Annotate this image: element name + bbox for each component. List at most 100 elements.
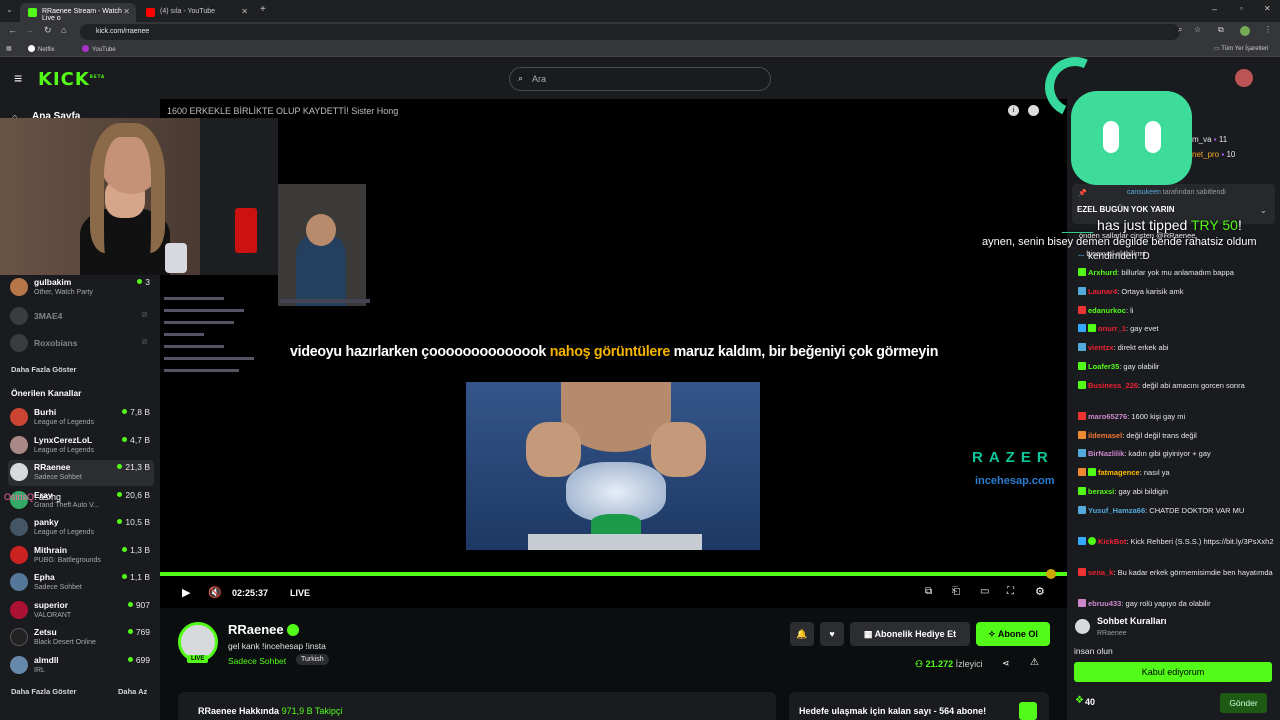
badge-icon [1078, 537, 1086, 545]
sidebar-rec-mithrain[interactable]: Mithrain PUBG: Battlegrounds 1,3 B [8, 543, 154, 569]
kick-logo[interactable]: KICKBETA [38, 69, 105, 90]
subscribe-button[interactable]: ✧ Abone Ol [976, 622, 1050, 646]
overlay-user: OsirisQ [4, 492, 34, 502]
menu-icon[interactable]: ⋮ [1264, 25, 1272, 34]
apps-icon[interactable]: ▦ [6, 45, 12, 52]
chat-user[interactable]: Arxhurd [1088, 268, 1117, 277]
gift-subscription-button[interactable]: ▦ Abonelik Hediye Et [850, 622, 970, 646]
search-input[interactable]: ⌕ Ara [509, 67, 771, 91]
chat-user[interactable]: fatmagence [1098, 468, 1140, 477]
chat-text[interactable]: : Kick Rehberi (S.S.S.) https://bit.ly/3… [1126, 537, 1273, 546]
follow-heart-button[interactable]: ♥ [820, 622, 844, 646]
video-player[interactable]: 1600 ERKEKLE BİRLİKTE OLUP KAYDETTİ! Sis… [160, 99, 1067, 608]
tab-youtube[interactable]: (4) sıla - YouTube ✕ [138, 3, 254, 22]
forward-icon[interactable]: → [25, 25, 34, 35]
channel-category: League of Legends [34, 447, 94, 454]
send-button[interactable]: Gönder [1220, 693, 1267, 713]
sidebar-rec-panky[interactable]: panky League of Legends 10,5 B [8, 515, 154, 541]
gift-icon: ▦ [863, 629, 875, 639]
clock-icon[interactable] [1028, 105, 1039, 116]
chat-user[interactable]: Loafer35 [1088, 362, 1119, 371]
chat-user[interactable]: Yusuf_Hamza66 [1088, 506, 1145, 515]
channel-name: superior [34, 600, 69, 610]
sidebar-rec-superior[interactable]: superior VALORANT 907 [8, 598, 154, 624]
chat-user[interactable]: vientzx [1088, 343, 1113, 352]
chevron-down-icon[interactable]: ⌄ [1260, 206, 1267, 215]
show-more-followed[interactable]: Daha Fazla Göster [11, 365, 76, 374]
subscribe-label: Abone Ol [997, 629, 1038, 639]
sidebar-rec-burhi[interactable]: Burhi League of Legends 7,8 B [8, 405, 154, 431]
minimize-icon[interactable]: – [1212, 4, 1217, 14]
reload-icon[interactable]: ↻ [44, 25, 52, 36]
sponsor-url: incehesap.com [975, 475, 1055, 487]
all-bookmarks[interactable]: ▭ Tüm Yer İşaretleri [1214, 45, 1268, 52]
show-more-recommended[interactable]: Daha Fazla Göster [11, 687, 76, 696]
goal-icon[interactable] [1019, 702, 1037, 720]
url-field[interactable]: kick.com/rraenee [80, 24, 1180, 40]
tab-kick[interactable]: RRaenee Stream - Watch Live o ✕ [20, 3, 136, 22]
chat-user[interactable]: KickBot [1098, 537, 1126, 546]
chat-line [164, 369, 239, 372]
chat-user[interactable]: ebruu433 [1088, 599, 1121, 608]
hamburger-icon[interactable]: ≡ [14, 70, 22, 86]
chat-user[interactable]: ildemasel [1088, 431, 1122, 440]
sidebar-followed-roxobians[interactable]: Roxobians ⊘ [8, 331, 154, 357]
stream-category[interactable]: Sadece Sohbet [228, 656, 286, 666]
stream-title: gel kank !incehesap !insta [228, 641, 326, 651]
show-less-recommended[interactable]: Daha Az [118, 687, 147, 696]
accept-rules-button[interactable]: Kabul ediyorum [1074, 662, 1272, 682]
language-tag[interactable]: Turkish [296, 654, 329, 665]
chat-user[interactable]: Launar4 [1088, 287, 1117, 296]
sidebar-rec-lynx[interactable]: LynxCerezLoL League of Legends 4,7 B [8, 433, 154, 459]
theater-icon[interactable]: ▭ [980, 586, 989, 597]
back-icon[interactable]: ← [8, 25, 17, 35]
mute-icon[interactable]: 🔇 [208, 586, 222, 599]
sidebar-followed-3mae4[interactable]: 3MAE4 ⊘ [8, 304, 154, 330]
play-icon[interactable]: ▶ [182, 586, 190, 599]
live-badge: LIVE [187, 655, 209, 663]
chat-user[interactable]: edanurkoc [1088, 306, 1126, 315]
overlay-text: : as hg [34, 492, 62, 502]
streamer-name[interactable]: RRaenee [228, 622, 284, 637]
progress-bar[interactable] [160, 572, 1067, 576]
close-icon[interactable]: ✕ [123, 7, 130, 16]
chat-user[interactable]: onurr_1 [1098, 324, 1126, 333]
chat-user[interactable]: BirNazlilik [1088, 449, 1124, 458]
maximize-icon[interactable]: ▫ [1240, 4, 1243, 13]
chat-user[interactable]: sena_k [1088, 568, 1113, 577]
report-icon[interactable]: ⚠ [1030, 657, 1039, 668]
notification-bell-button[interactable]: 🔔 [790, 622, 814, 646]
chat-line [164, 321, 234, 324]
tab-list-icon[interactable]: ⌄ [6, 5, 13, 14]
sidebar-rec-zetsu[interactable]: Zetsu Black Desert Online 769 [8, 625, 154, 651]
live-label: LIVE [290, 588, 311, 598]
sidebar-followed-gulbakim[interactable]: gulbakim Other, Watch Party 3 [8, 275, 154, 301]
tab-label: RRaenee Stream - Watch Live o [42, 8, 122, 22]
info-icon[interactable]: i [1008, 105, 1019, 116]
youtube-icon [82, 45, 89, 52]
zoom-icon[interactable]: ⌕ [1178, 25, 1182, 35]
home-icon[interactable]: ⌂ [61, 25, 66, 35]
settings-gear-icon[interactable]: ⚙ [1035, 585, 1045, 598]
clip-icon[interactable]: ⎗ [952, 586, 960, 597]
extensions-icon[interactable]: ⧉ [1218, 25, 1224, 35]
sidebar-rec-epha[interactable]: Epha Sadece Sohbet 1,1 B [8, 570, 154, 596]
star-icon[interactable]: ☆ [1194, 25, 1201, 34]
sidebar-rec-almdll[interactable]: almdll IRL 699 [8, 653, 154, 679]
window-close-icon[interactable]: ✕ [1264, 4, 1271, 13]
profile-icon[interactable] [1240, 26, 1250, 36]
pip-icon[interactable]: ⧉ [925, 586, 932, 597]
fullscreen-icon[interactable]: ⛶ [1007, 586, 1014, 597]
chat-user[interactable]: ... [1078, 249, 1084, 258]
viewer-count: 769 [128, 627, 150, 637]
chat-user[interactable]: beraxsi [1088, 487, 1114, 496]
chat-user[interactable]: Business_226 [1088, 381, 1138, 390]
channel-points[interactable]: 40 [1085, 697, 1095, 707]
close-icon[interactable]: ✕ [241, 7, 248, 16]
new-tab-icon[interactable]: + [260, 4, 266, 15]
share-icon[interactable]: ⋖ [1002, 658, 1010, 669]
sidebar-rec-rraenee[interactable]: RRaenee Sadece Sohbet 21,3 B [8, 460, 154, 486]
bookmark-youtube[interactable]: YouTube [82, 45, 116, 53]
bookmark-netflix[interactable]: Netflix [28, 45, 55, 53]
chat-user[interactable]: maro65276 [1088, 412, 1127, 421]
